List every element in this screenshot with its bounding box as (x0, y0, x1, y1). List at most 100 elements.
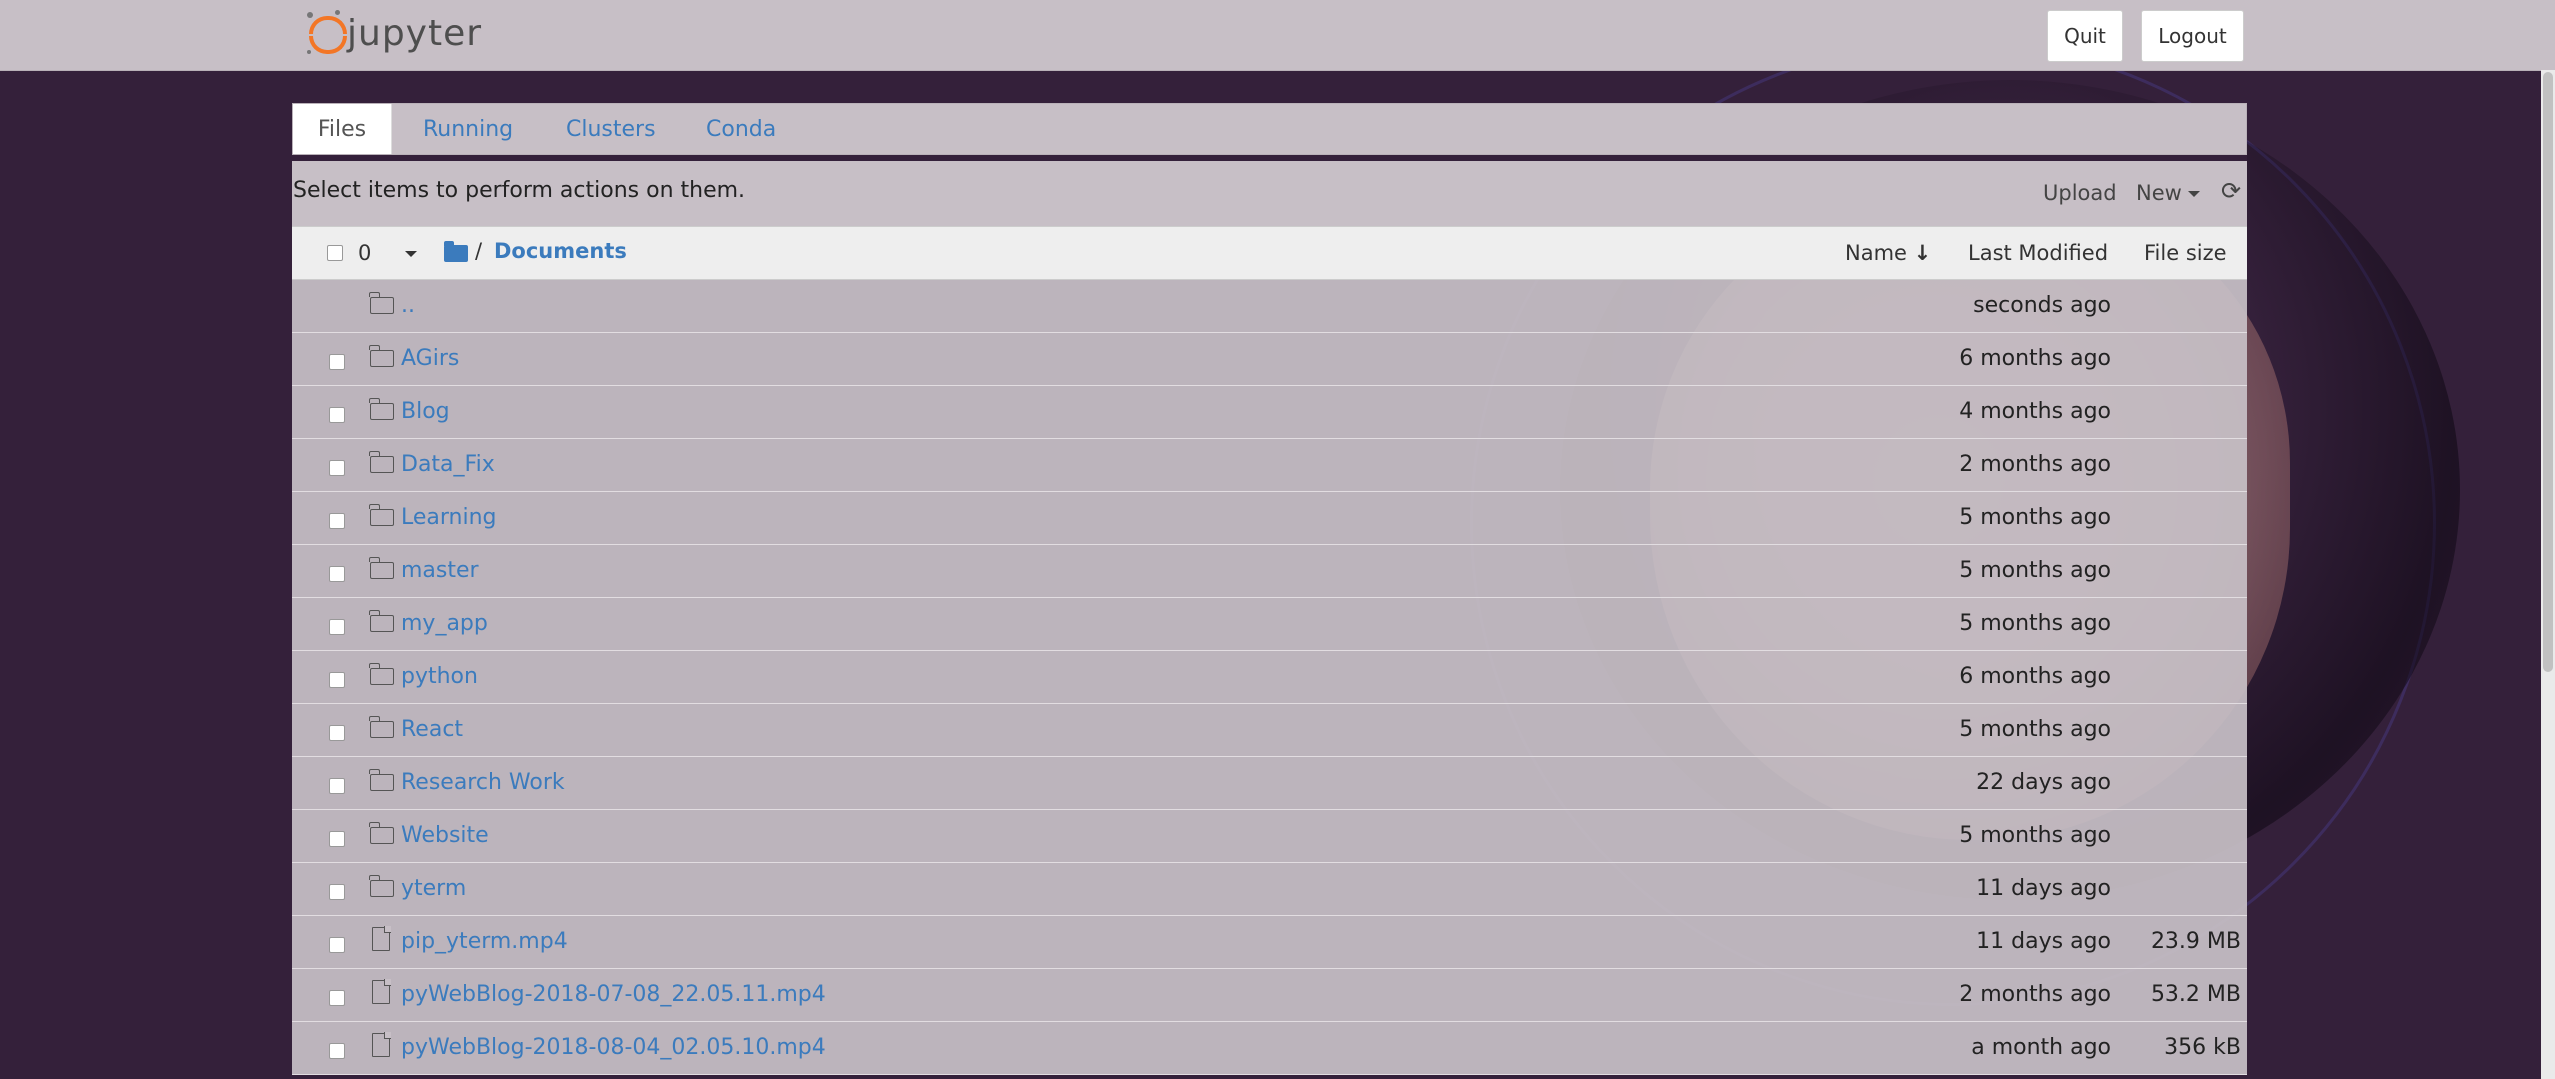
row-checkbox[interactable] (329, 354, 345, 370)
last-modified: 11 days ago (1976, 876, 2111, 901)
tab-bar: Files Running Clusters Conda (292, 103, 2247, 155)
jupyter-logo[interactable]: jupyter (305, 8, 482, 58)
tab-running[interactable]: Running (423, 104, 513, 154)
file-name-link[interactable]: python (401, 664, 478, 689)
row-checkbox[interactable] (329, 884, 345, 900)
row-checkbox[interactable] (329, 937, 345, 953)
row-checkbox[interactable] (329, 407, 345, 423)
folder-icon (369, 557, 394, 579)
folder-icon (369, 345, 394, 367)
folder-icon (369, 663, 394, 685)
row-checkbox[interactable] (329, 778, 345, 794)
upload-button[interactable]: Upload (2043, 181, 2117, 205)
breadcrumb-documents[interactable]: Documents (494, 239, 627, 263)
last-modified: 2 months ago (1959, 982, 2111, 1007)
last-modified: seconds ago (1973, 293, 2111, 318)
file-name-link[interactable]: pyWebBlog-2018-07-08_22.05.11.mp4 (401, 982, 826, 1007)
file-list-row[interactable]: pyWebBlog-2018-08-04_02.05.10.mp4 a month… (292, 1022, 2247, 1075)
folder-icon (369, 822, 394, 844)
folder-icon (369, 292, 394, 314)
file-name-link[interactable]: yterm (401, 876, 466, 901)
tab-conda[interactable]: Conda (706, 104, 776, 154)
folder-icon (369, 504, 394, 526)
last-modified: 5 months ago (1959, 505, 2111, 530)
file-list-row[interactable]: python 6 months ago (292, 651, 2247, 704)
row-checkbox[interactable] (329, 460, 345, 476)
scrollbar-thumb[interactable] (2543, 72, 2553, 672)
folder-icon[interactable] (444, 241, 468, 262)
file-list-row[interactable]: yterm 11 days ago (292, 863, 2247, 916)
new-dropdown[interactable]: New (2136, 181, 2200, 205)
sort-by-size[interactable]: File size (2144, 241, 2227, 265)
file-list: .. seconds ago AGirs 6 months ago Blog 4 mont… (292, 280, 2247, 1075)
last-modified: 2 months ago (1959, 452, 2111, 477)
file-size: 23.9 MB (2150, 929, 2241, 954)
row-checkbox[interactable] (329, 1043, 345, 1059)
logo-text: jupyter (347, 12, 483, 54)
file-name-link[interactable]: Research Work (401, 770, 565, 795)
last-modified: 11 days ago (1976, 929, 2111, 954)
row-checkbox[interactable] (329, 831, 345, 847)
last-modified: 5 months ago (1959, 717, 2111, 742)
quit-button[interactable]: Quit (2047, 10, 2123, 62)
row-checkbox[interactable] (329, 672, 345, 688)
last-modified: 5 months ago (1959, 823, 2111, 848)
last-modified: 5 months ago (1959, 611, 2111, 636)
selection-hint: Select items to perform actions on them. (293, 178, 746, 203)
file-name-link[interactable]: Data_Fix (401, 452, 495, 477)
refresh-icon[interactable]: ⟳ (2221, 177, 2241, 205)
new-label: New (2136, 181, 2182, 205)
last-modified: a month ago (1971, 1035, 2111, 1060)
last-modified: 6 months ago (1959, 346, 2111, 371)
file-list-row[interactable]: React 5 months ago (292, 704, 2247, 757)
file-list-row[interactable]: my_app 5 months ago (292, 598, 2247, 651)
file-browser-panel: Files Running Clusters Conda Select item… (292, 103, 2247, 1075)
file-name-link[interactable]: master (401, 558, 479, 583)
top-header: jupyter Quit Logout (0, 0, 2555, 71)
sort-by-name[interactable]: Name ↓ (1845, 241, 1931, 265)
page-scrollbar[interactable] (2541, 70, 2555, 1079)
file-name-link[interactable]: pip_yterm.mp4 (401, 929, 568, 954)
file-name-link[interactable]: Blog (401, 399, 450, 424)
file-list-row[interactable]: pip_yterm.mp4 11 days ago 23.9 MB (292, 916, 2247, 969)
row-checkbox[interactable] (329, 566, 345, 582)
file-list-row[interactable]: pyWebBlog-2018-07-08_22.05.11.mp4 2 month… (292, 969, 2247, 1022)
tab-files[interactable]: Files (293, 104, 392, 154)
file-size: 53.2 MB (2150, 982, 2241, 1007)
file-name-link[interactable]: React (401, 717, 463, 742)
last-modified: 6 months ago (1959, 664, 2111, 689)
last-modified: 4 months ago (1959, 399, 2111, 424)
file-list-row[interactable]: Data_Fix 2 months ago (292, 439, 2247, 492)
row-checkbox[interactable] (329, 513, 345, 529)
row-checkbox[interactable] (329, 990, 345, 1006)
file-list-row[interactable]: Website 5 months ago (292, 810, 2247, 863)
last-modified: 5 months ago (1959, 558, 2111, 583)
row-checkbox[interactable] (329, 725, 345, 741)
file-list-row[interactable]: Learning 5 months ago (292, 492, 2247, 545)
file-list-row[interactable]: Blog 4 months ago (292, 386, 2247, 439)
file-name-link[interactable]: .. (401, 293, 415, 318)
file-list-header: 0 / Documents Name ↓ Last Modified File … (292, 226, 2247, 280)
sort-by-modified[interactable]: Last Modified (1968, 241, 2108, 265)
file-list-row[interactable]: AGirs 6 months ago (292, 333, 2247, 386)
sort-arrow-down-icon: ↓ (1913, 241, 1932, 265)
select-all-checkbox[interactable] (327, 245, 343, 261)
file-list-row[interactable]: .. seconds ago (292, 280, 2247, 333)
logout-button[interactable]: Logout (2141, 10, 2244, 62)
row-checkbox[interactable] (329, 619, 345, 635)
file-list-row[interactable]: master 5 months ago (292, 545, 2247, 598)
jupyter-logo-icon (305, 10, 347, 56)
last-modified: 22 days ago (1976, 770, 2111, 795)
select-dropdown-caret-icon[interactable] (405, 251, 417, 257)
file-name-link[interactable]: Website (401, 823, 489, 848)
file-name-link[interactable]: pyWebBlog-2018-08-04_02.05.10.mp4 (401, 1035, 826, 1060)
tab-clusters[interactable]: Clusters (566, 104, 656, 154)
file-name-link[interactable]: AGirs (401, 346, 459, 371)
file-icon (372, 979, 391, 1004)
file-name-link[interactable]: my_app (401, 611, 488, 636)
file-size: 356 kB (2164, 1035, 2241, 1060)
breadcrumb-separator: / (475, 239, 483, 263)
chevron-down-icon (2187, 191, 2200, 197)
file-name-link[interactable]: Learning (401, 505, 497, 530)
file-list-row[interactable]: Research Work 22 days ago (292, 757, 2247, 810)
